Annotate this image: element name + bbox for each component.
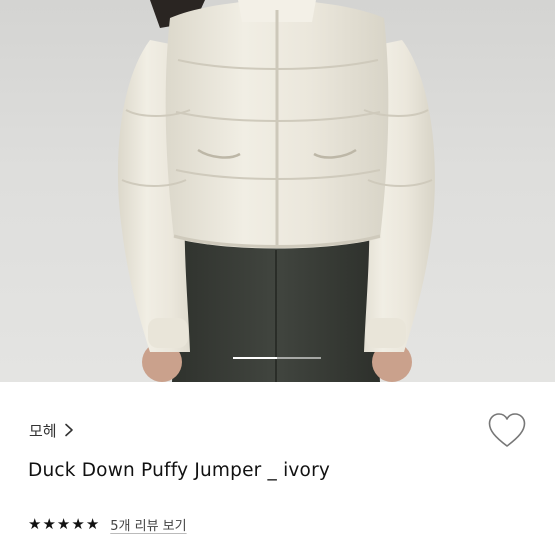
brand-name: 모헤 bbox=[29, 421, 57, 440]
rating-row: ★ ★ ★ ★ ★ 5개 리뷰 보기 bbox=[28, 513, 187, 535]
star-icon: ★ bbox=[85, 514, 100, 533]
star-icon: ★ bbox=[42, 514, 56, 533]
brand-link[interactable]: 모헤 bbox=[29, 418, 75, 442]
product-title: Duck Down Puffy Jumper _ ivory bbox=[28, 460, 331, 481]
image-pager-track bbox=[233, 357, 321, 359]
heart-outline-icon[interactable] bbox=[487, 412, 527, 450]
star-rating: ★ ★ ★ ★ ★ bbox=[28, 514, 100, 533]
view-reviews-link[interactable]: 5개 리뷰 보기 bbox=[110, 515, 186, 534]
star-icon: ★ bbox=[28, 514, 42, 533]
image-pager-indicator bbox=[233, 357, 277, 359]
product-image[interactable] bbox=[0, 0, 555, 382]
chevron-right-icon bbox=[64, 423, 73, 437]
star-icon: ★ bbox=[71, 514, 85, 533]
star-icon: ★ bbox=[56, 514, 71, 533]
jacket-photo-illustration bbox=[117, 0, 435, 382]
